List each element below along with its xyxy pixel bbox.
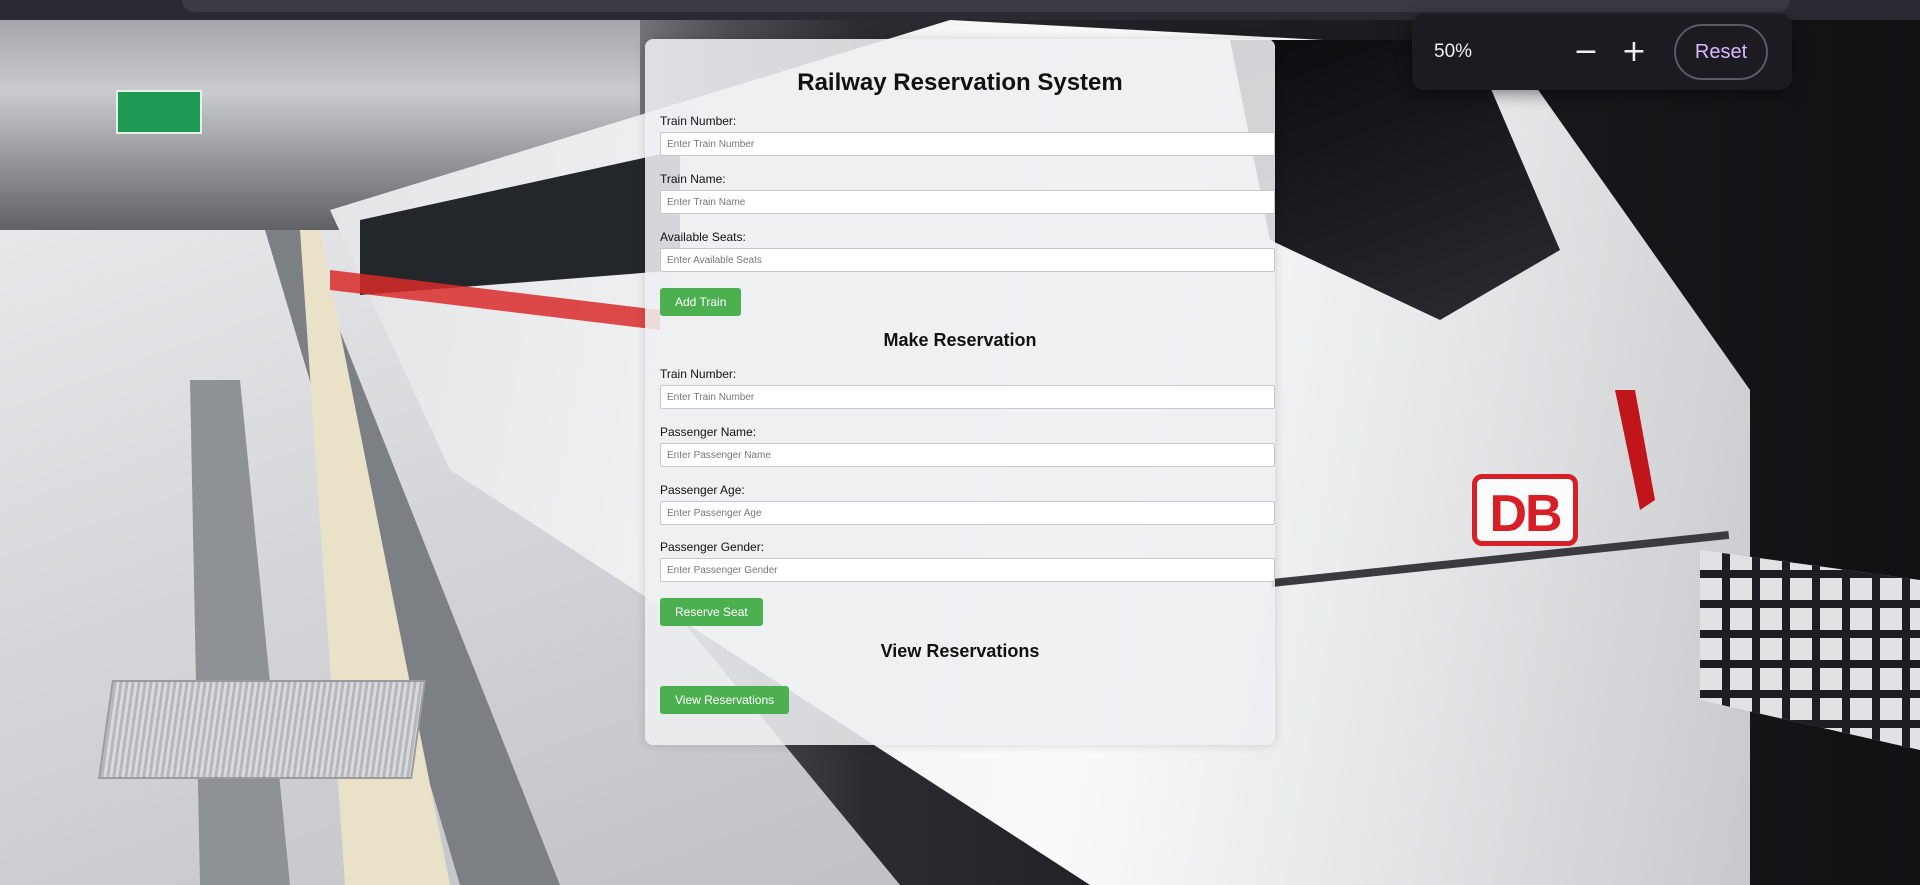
train-number-label: Train Number:: [660, 114, 737, 128]
url-bar[interactable]: [182, 0, 1790, 12]
make-reservation-heading: Make Reservation: [883, 330, 1037, 350]
reservation-train-number-input[interactable]: [660, 385, 1275, 409]
add-train-button[interactable]: Add Train: [660, 288, 742, 316]
zoom-out-button[interactable]: −: [1566, 32, 1606, 72]
passenger-gender-label: Passenger Gender:: [660, 540, 765, 554]
zoom-level: 50%: [1434, 41, 1473, 62]
passenger-gender-input[interactable]: [660, 558, 1275, 582]
floor-grate: [98, 680, 426, 779]
reserve-seat-button[interactable]: Reserve Seat: [660, 598, 763, 626]
page-title: Railway Reservation System: [797, 69, 1123, 96]
zoom-in-button[interactable]: +: [1614, 32, 1654, 72]
train-name-input[interactable]: [660, 190, 1275, 214]
passenger-age-label: Passenger Age:: [660, 483, 745, 497]
reservation-panel: Railway Reservation System Train Number:…: [645, 39, 1275, 745]
zoom-popup: 50% − + Reset: [1412, 14, 1792, 90]
zoom-reset-button[interactable]: Reset: [1674, 24, 1768, 80]
reservation-train-number-label: Train Number:: [660, 367, 737, 381]
view-reservations-button[interactable]: View Reservations: [660, 686, 790, 714]
exit-sign-icon: [116, 90, 202, 134]
passenger-name-label: Passenger Name:: [660, 425, 757, 439]
passenger-age-input[interactable]: [660, 501, 1275, 525]
available-seats-label: Available Seats:: [660, 230, 746, 244]
available-seats-input[interactable]: [660, 248, 1275, 272]
view-reservations-heading: View Reservations: [880, 641, 1040, 661]
passenger-name-input[interactable]: [660, 443, 1275, 467]
train-name-label: Train Name:: [660, 172, 726, 186]
db-logo: DB: [1472, 474, 1578, 546]
train-number-input[interactable]: [660, 132, 1275, 156]
